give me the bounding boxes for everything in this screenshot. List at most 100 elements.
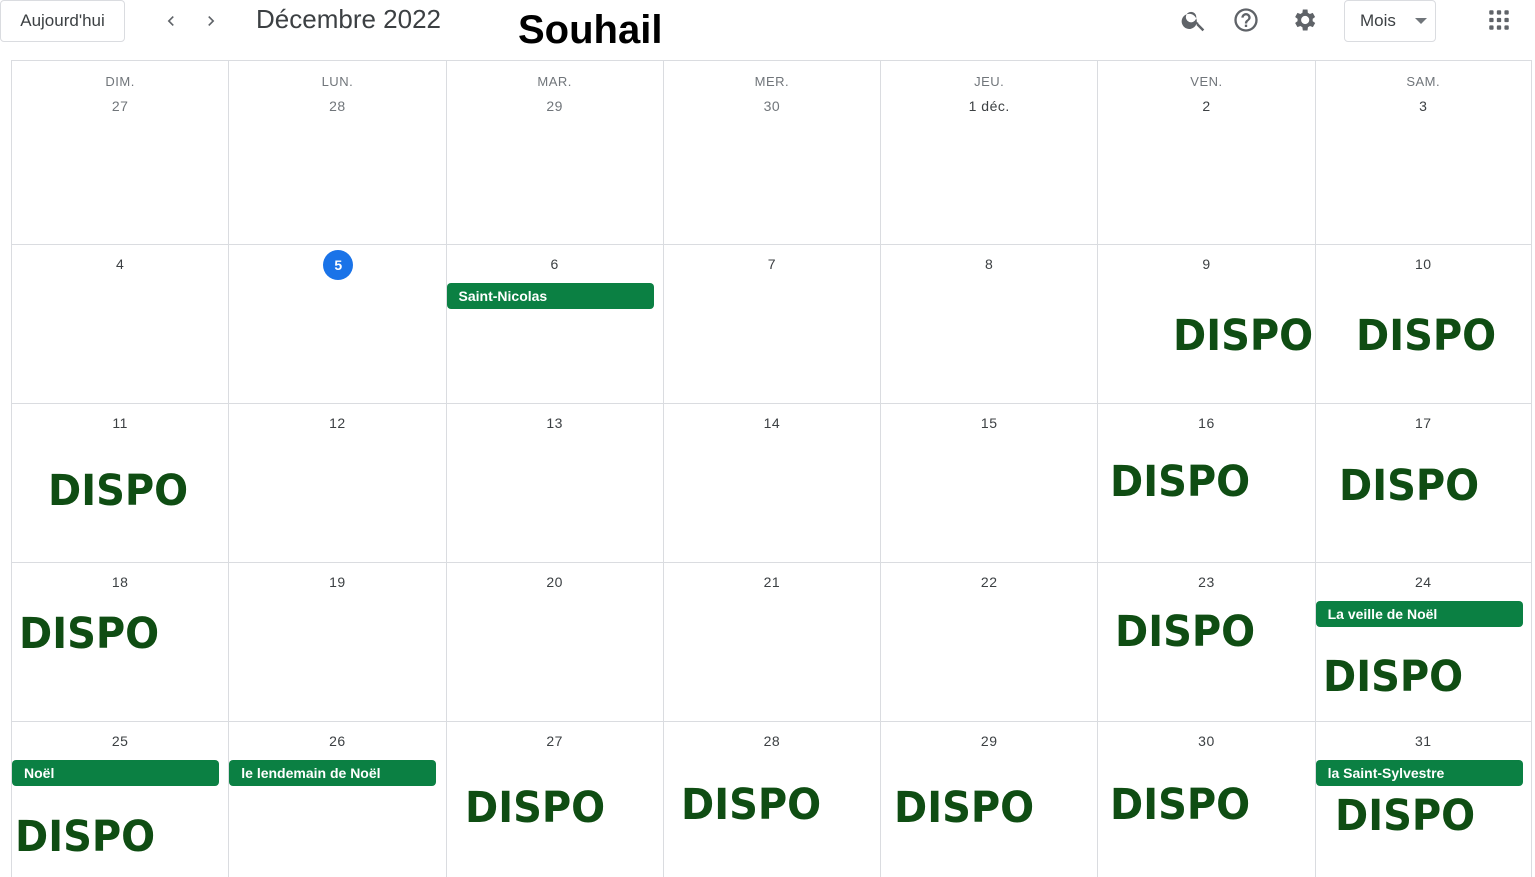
day-cell[interactable]: MER. 30 (662, 61, 880, 244)
month-title: Décembre 2022 (256, 4, 441, 34)
weekday-label: SAM. (1406, 74, 1441, 89)
day-number[interactable]: 7 (664, 256, 880, 272)
day-number[interactable]: 31 (1316, 733, 1531, 749)
day-cell[interactable]: VEN. 2 (1097, 61, 1314, 244)
next-month-button[interactable] (196, 6, 226, 36)
day-cell[interactable]: 27 DISPO (445, 722, 663, 877)
day-number[interactable]: 3 (1316, 98, 1531, 114)
day-number[interactable]: 27 (12, 98, 228, 114)
day-number[interactable]: 8 (881, 256, 1097, 272)
weekday-label: JEU. (974, 74, 1005, 89)
dispo-label: DISPO (1110, 780, 1251, 830)
day-cell[interactable]: 24 La veille de Noël DISPO (1314, 563, 1532, 721)
day-number[interactable]: 30 (1098, 733, 1314, 749)
day-number[interactable]: 1 déc. (881, 98, 1097, 114)
day-cell[interactable]: 18 DISPO (11, 563, 228, 721)
week-row: 11 DISPO 12 13 14 15 16 DISPO 17 DISPO (11, 404, 1532, 563)
day-cell[interactable]: LUN. 28 (228, 61, 445, 244)
previous-month-button[interactable] (156, 6, 186, 36)
day-cell[interactable]: DIM. 27 (11, 61, 228, 244)
day-number[interactable]: 23 (1098, 574, 1314, 590)
apps-button[interactable] (1483, 4, 1515, 36)
day-number[interactable]: 11 (12, 415, 228, 431)
day-number[interactable]: 26 (229, 733, 445, 749)
today-button[interactable]: Aujourd'hui (0, 0, 125, 42)
day-cell[interactable]: 12 (228, 404, 445, 562)
day-number[interactable]: 6 (447, 256, 663, 272)
day-cell[interactable]: 13 (445, 404, 663, 562)
day-cell[interactable]: 28 DISPO (662, 722, 880, 877)
today-day-number[interactable]: 5 (323, 250, 354, 280)
dispo-label: DISPO (464, 783, 605, 833)
day-cell[interactable]: 20 (445, 563, 663, 721)
week-row: 4 5 6 Saint-Nicolas 7 8 9 DISPO 10 DISPO (11, 245, 1532, 404)
day-cell[interactable]: 6 Saint-Nicolas (445, 245, 663, 403)
day-number[interactable]: 28 (664, 733, 880, 749)
dispo-label: DISPO (19, 609, 160, 659)
day-cell[interactable]: 8 (880, 245, 1097, 403)
day-number[interactable]: 15 (881, 415, 1097, 431)
day-cell[interactable]: 25 Noël DISPO (11, 722, 228, 877)
search-button[interactable] (1178, 4, 1210, 36)
day-cell[interactable]: 9 DISPO (1097, 245, 1314, 403)
day-cell[interactable]: 19 (228, 563, 445, 721)
day-number[interactable]: 29 (447, 98, 663, 114)
day-cell[interactable]: 23 DISPO (1097, 563, 1314, 721)
day-number[interactable]: 27 (447, 733, 663, 749)
chevron-left-icon (167, 16, 174, 26)
event-chip[interactable]: Noël (12, 760, 219, 786)
help-button[interactable] (1230, 4, 1262, 36)
event-chip[interactable]: la Saint-Sylvestre (1315, 760, 1523, 786)
day-cell[interactable]: 7 (662, 245, 880, 403)
day-number[interactable]: 12 (229, 415, 445, 431)
day-number[interactable]: 18 (12, 574, 228, 590)
day-cell[interactable]: MAR. 29 (445, 61, 663, 244)
weekday-label: MAR. (537, 74, 572, 89)
day-number[interactable]: 24 (1316, 574, 1531, 590)
day-number[interactable]: 2 (1098, 98, 1314, 114)
day-cell[interactable]: 10 DISPO (1314, 245, 1532, 403)
day-number[interactable]: 19 (229, 574, 445, 590)
day-number[interactable]: 29 (881, 733, 1097, 749)
settings-button[interactable] (1288, 4, 1320, 36)
day-cell[interactable]: 14 (662, 404, 880, 562)
day-cell[interactable]: 5 (228, 245, 445, 403)
day-cell[interactable]: 21 (662, 563, 880, 721)
day-cell[interactable]: 22 (880, 563, 1097, 721)
day-cell[interactable]: 4 (11, 245, 228, 403)
dispo-label: DISPO (894, 783, 1035, 833)
day-number[interactable]: 14 (664, 415, 880, 431)
day-cell[interactable]: 16 DISPO (1097, 404, 1314, 562)
day-cell[interactable]: SAM. 3 (1314, 61, 1532, 244)
day-cell[interactable]: 15 (880, 404, 1097, 562)
day-cell[interactable]: 29 DISPO (880, 722, 1097, 877)
day-number[interactable]: 22 (881, 574, 1097, 590)
day-cell[interactable]: 30 DISPO (1097, 722, 1314, 877)
day-number[interactable]: 16 (1098, 415, 1314, 431)
day-number[interactable]: 28 (229, 98, 445, 114)
day-number[interactable]: 20 (447, 574, 663, 590)
weekday-label: DIM. (105, 74, 135, 89)
calendar-header: Aujourd'hui Décembre 2022 Souhail Mois (0, 0, 1535, 60)
day-cell[interactable]: 26 le lendemain de Noël (228, 722, 445, 877)
day-cell[interactable]: JEU. 1 déc. (880, 61, 1097, 244)
day-cell[interactable]: 11 DISPO (11, 404, 228, 562)
apps-grid-icon (1489, 10, 1509, 30)
view-selector[interactable]: Mois (1344, 0, 1436, 42)
dispo-label: DISPO (48, 466, 189, 516)
day-number[interactable]: 25 (12, 733, 228, 749)
event-chip[interactable]: Saint-Nicolas (446, 283, 654, 309)
event-chip[interactable]: le lendemain de Noël (229, 760, 437, 786)
day-number[interactable]: 4 (12, 256, 228, 272)
day-number[interactable]: 13 (447, 415, 663, 431)
day-cell[interactable]: 31 la Saint-Sylvestre DISPO (1314, 722, 1532, 877)
dispo-label: DISPO (15, 812, 156, 862)
day-number[interactable]: 30 (664, 98, 880, 114)
day-number[interactable]: 17 (1316, 415, 1531, 431)
day-cell[interactable]: 17 DISPO (1314, 404, 1532, 562)
day-number[interactable]: 9 (1098, 256, 1314, 272)
day-number[interactable]: 10 (1316, 256, 1531, 272)
event-chip[interactable]: La veille de Noël (1315, 601, 1523, 627)
dispo-label: DISPO (1355, 311, 1496, 361)
day-number[interactable]: 21 (664, 574, 880, 590)
